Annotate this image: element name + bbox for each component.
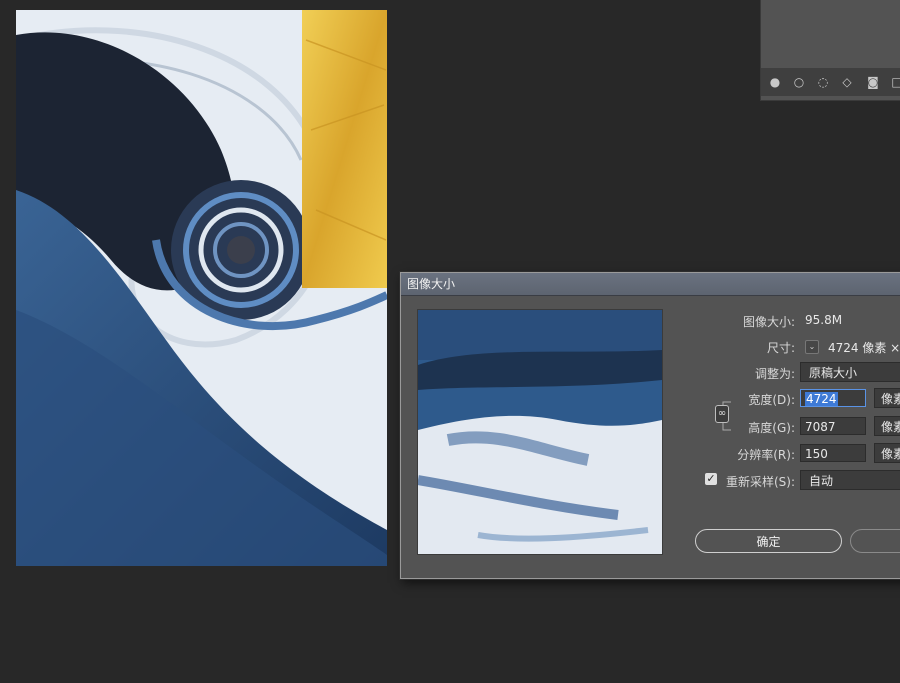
width-label: 宽度(D):	[748, 393, 795, 407]
width-unit-select[interactable]: 像素	[874, 388, 900, 408]
checkmark-icon[interactable]: ✓	[705, 473, 717, 485]
image-size-label: 图像大小:	[742, 315, 795, 329]
cancel-button[interactable]	[850, 529, 900, 553]
resample-select[interactable]: 自动	[800, 470, 900, 490]
height-input[interactable]: 7087	[800, 417, 866, 435]
height-unit-select[interactable]: 像素	[874, 416, 900, 436]
chevron-down-icon[interactable]: ⌄	[805, 340, 819, 354]
height-label: 高度(G):	[748, 421, 795, 435]
dialog-title[interactable]: 图像大小	[401, 273, 900, 296]
circle-filled-icon[interactable]: ●	[767, 74, 783, 90]
resolution-label: 分辨率(R):	[737, 448, 795, 462]
image-size-dialog: 图像大小 图像大小: 95.8M 尺寸: ⌄ 4724 像素 × 调整为: 原稿…	[400, 272, 900, 579]
circle-outline-icon[interactable]: ○	[791, 74, 807, 90]
width-value: 4724	[805, 392, 838, 406]
canvas-artwork	[16, 10, 387, 566]
width-input[interactable]: 4724	[800, 389, 866, 407]
resolution-input[interactable]: 150	[800, 444, 866, 462]
dimensions-value: 4724 像素 ×	[828, 341, 900, 355]
dimensions-label: 尺寸:	[766, 341, 795, 355]
partial-icon[interactable]: □	[889, 74, 900, 90]
image-size-value: 95.8M	[805, 313, 843, 327]
mask-icon[interactable]: ◙	[865, 74, 881, 90]
panel-toolbar: ● ○ ◌ ◇ ◙ □	[761, 68, 900, 96]
preview-image	[417, 309, 663, 555]
resample-label: 重新采样(S):	[725, 475, 795, 489]
fit-to-select[interactable]: 原稿大小	[800, 362, 900, 382]
diamond-target-icon[interactable]: ◇	[839, 74, 855, 90]
dotted-circle-icon[interactable]: ◌	[815, 74, 831, 90]
fit-to-label: 调整为:	[754, 367, 795, 381]
resolution-unit-select[interactable]: 像素	[874, 443, 900, 463]
layers-panel-fragment: ● ○ ◌ ◇ ◙ □	[760, 0, 900, 101]
ok-button[interactable]: 确定	[695, 529, 842, 553]
